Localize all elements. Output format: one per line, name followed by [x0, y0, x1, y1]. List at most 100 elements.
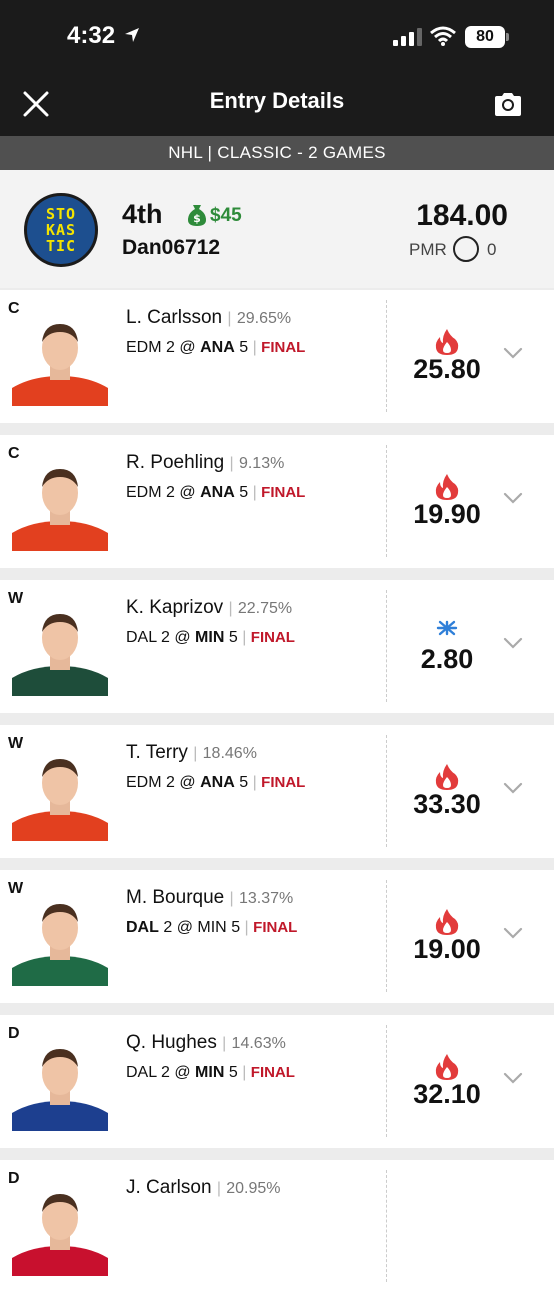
fantasy-points: 2.80: [420, 644, 474, 674]
game-status: FINAL: [250, 629, 295, 646]
chevron-down-icon[interactable]: [502, 491, 524, 505]
game-status: FINAL: [253, 919, 298, 936]
at-symbol: @: [174, 629, 191, 646]
contest-label: NHL | CLASSIC - 2 GAMES: [0, 136, 554, 170]
separator: |: [242, 629, 247, 646]
game-status: FINAL: [250, 1064, 295, 1081]
home-team: MIN: [195, 1064, 225, 1081]
entry-prize: $45: [210, 205, 242, 226]
away-team: EDM: [126, 484, 162, 501]
card-divider: [386, 1025, 387, 1137]
pmr-value: 0: [487, 240, 497, 259]
logo-line-2: KAS: [45, 221, 77, 239]
nav-bar: Entry Details: [0, 70, 554, 136]
player-card[interactable]: W M. Bourque | 13.37% DAL 2 @ MIN 5 | FINA…: [0, 870, 554, 1003]
player-card[interactable]: D J. Carlson | 20.95%: [0, 1160, 554, 1293]
away-score: 2: [160, 629, 170, 646]
home-score: 5: [239, 774, 249, 791]
fantasy-points: 19.00: [413, 934, 481, 964]
away-team: EDM: [126, 339, 162, 356]
game-score-line: EDM 2 @ ANA 5 | FINAL: [126, 339, 305, 357]
entry-username: Dan06712: [122, 236, 221, 259]
battery-tip: [506, 33, 509, 41]
at-symbol: @: [179, 484, 196, 501]
money-bag-icon: $: [188, 205, 206, 226]
chevron-down-icon[interactable]: [502, 1071, 524, 1085]
status-bar: 4:32 80: [0, 0, 554, 70]
card-divider: [386, 735, 387, 847]
player-card[interactable]: W T. Terry | 18.46% EDM 2 @ ANA 5 | FINAL 3…: [0, 725, 554, 858]
player-name-line: Q. Hughes | 14.63%: [126, 1032, 286, 1054]
player-name[interactable]: L. Carlsson: [126, 307, 222, 328]
player-headshot: [12, 753, 108, 841]
card-divider: [386, 445, 387, 557]
chevron-down-icon[interactable]: [502, 926, 524, 940]
player-position: C: [8, 300, 20, 317]
separator: |: [229, 890, 234, 907]
separator: |: [242, 1064, 247, 1081]
wifi-icon: [430, 26, 456, 46]
card-divider: [386, 300, 387, 412]
player-card[interactable]: D Q. Hughes | 14.63% DAL 2 @ MIN 5 | FINAL…: [0, 1015, 554, 1148]
fire-icon: [435, 764, 459, 790]
player-name-line: R. Poehling | 9.13%: [126, 452, 284, 474]
player-card[interactable]: C R. Poehling | 9.13% EDM 2 @ ANA 5 | FINA…: [0, 435, 554, 568]
home-score: 5: [239, 339, 249, 356]
away-score: 2: [166, 339, 175, 356]
player-name[interactable]: T. Terry: [126, 742, 188, 763]
player-name[interactable]: J. Carlson: [126, 1177, 212, 1198]
home-score: 5: [231, 919, 241, 936]
player-name-line: J. Carlson | 20.95%: [126, 1177, 281, 1199]
chevron-down-icon[interactable]: [502, 636, 524, 650]
away-score: 2: [166, 774, 175, 791]
separator: |: [244, 919, 249, 936]
ownership-percent: 22.75%: [237, 600, 293, 617]
fantasy-points: 32.10: [413, 1079, 481, 1109]
pmr-label: PMR: [409, 240, 447, 259]
fantasy-points: 33.30: [413, 789, 481, 819]
home-team: ANA: [200, 484, 235, 501]
at-symbol: @: [179, 774, 196, 791]
home-team: ANA: [200, 339, 235, 356]
separator: |: [252, 484, 257, 501]
game-score-line: EDM 2 @ ANA 5 | FINAL: [126, 774, 305, 792]
snowflake-icon: [436, 620, 458, 636]
chevron-down-icon[interactable]: [502, 346, 524, 360]
game-score-line: EDM 2 @ ANA 5 | FINAL: [126, 484, 305, 502]
home-score: 5: [228, 629, 238, 646]
player-name[interactable]: Q. Hughes: [126, 1032, 217, 1053]
home-team: MIN: [195, 629, 225, 646]
separator: |: [222, 1035, 227, 1052]
battery-level: 80: [476, 28, 494, 45]
at-symbol: @: [174, 1064, 191, 1081]
camera-icon[interactable]: [492, 88, 524, 120]
card-divider: [386, 880, 387, 992]
pmr-progress-circle: [453, 236, 479, 262]
player-position: C: [8, 445, 20, 462]
fire-icon: [435, 1054, 459, 1080]
svg-text:$: $: [193, 212, 201, 225]
location-arrow-icon: [125, 28, 139, 42]
player-name[interactable]: M. Bourque: [126, 887, 224, 908]
player-name[interactable]: R. Poehling: [126, 452, 224, 473]
fantasy-points: 25.80: [413, 354, 481, 384]
page-title: Entry Details: [209, 88, 345, 113]
logo-line-1: STO: [45, 205, 77, 223]
home-team: ANA: [200, 774, 235, 791]
player-position: D: [8, 1170, 20, 1187]
player-position: W: [8, 735, 24, 752]
player-card[interactable]: W K. Kaprizov | 22.75% DAL 2 @ MIN 5 | FIN…: [0, 580, 554, 713]
chevron-down-icon[interactable]: [502, 781, 524, 795]
status-time: 4:32: [67, 22, 116, 49]
card-divider: [386, 590, 387, 702]
cellular-signal-icon: [393, 28, 422, 46]
player-headshot: [12, 898, 108, 986]
player-card[interactable]: C L. Carlsson | 29.65% EDM 2 @ ANA 5 | FIN…: [0, 290, 554, 423]
away-team: DAL: [126, 919, 159, 936]
game-score-line: DAL 2 @ MIN 5 | FINAL: [126, 919, 297, 937]
player-headshot: [12, 1043, 108, 1131]
away-score: 2: [160, 1064, 170, 1081]
separator: |: [216, 1180, 221, 1197]
game-status: FINAL: [261, 484, 306, 501]
player-name[interactable]: K. Kaprizov: [126, 597, 223, 618]
